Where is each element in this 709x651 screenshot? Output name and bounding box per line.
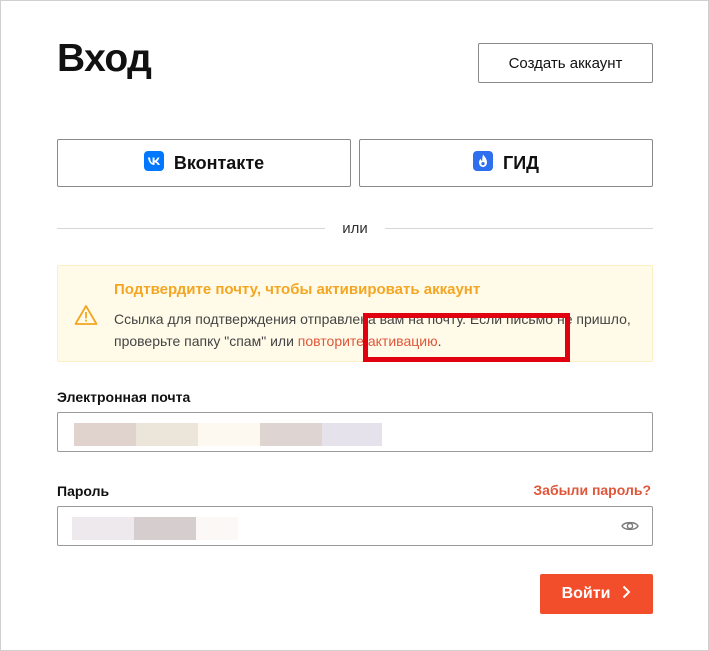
or-divider: или [57,218,654,238]
password-redacted-value [72,517,238,540]
vk-login-button[interactable]: Вконтакте [57,139,351,187]
email-label: Электронная почта [57,389,191,405]
gid-login-label: ГИД [503,152,539,173]
alert-message: Ссылка для подтверждения отправлена вам … [114,308,639,352]
alert-title: Подтвердите почту, чтобы активировать ак… [114,281,481,298]
create-account-button[interactable]: Создать аккаунт [478,43,653,83]
warning-triangle-icon [74,304,98,331]
create-account-label: Создать аккаунт [508,54,623,72]
gid-logo-icon [473,150,494,176]
email-redacted-value [74,423,382,446]
resend-activation-link[interactable]: повторите активацию [298,333,438,349]
forgot-password-link[interactable]: Забыли пароль? [533,482,651,498]
eye-icon[interactable] [621,519,639,538]
vk-login-label: Вконтакте [173,152,265,173]
gid-login-button[interactable]: ГИД [359,139,653,187]
alert-text-after: . [437,333,442,349]
login-submit-button[interactable]: Войти [540,574,653,614]
password-field[interactable] [57,506,653,546]
email-field[interactable] [57,412,653,452]
login-panel: Вход Создать аккаунт Вконтакте ГИД или П… [0,0,709,651]
chevron-right-icon [622,585,631,604]
page-title: Вход [57,37,152,80]
password-label: Пароль [57,483,110,499]
login-submit-label: Войти [561,585,611,602]
divider-line-left [57,227,326,229]
confirm-email-alert: Подтвердите почту, чтобы активировать ак… [57,265,653,362]
divider-text: или [342,219,368,237]
vk-logo-icon [143,150,164,176]
divider-line-right [384,227,654,229]
